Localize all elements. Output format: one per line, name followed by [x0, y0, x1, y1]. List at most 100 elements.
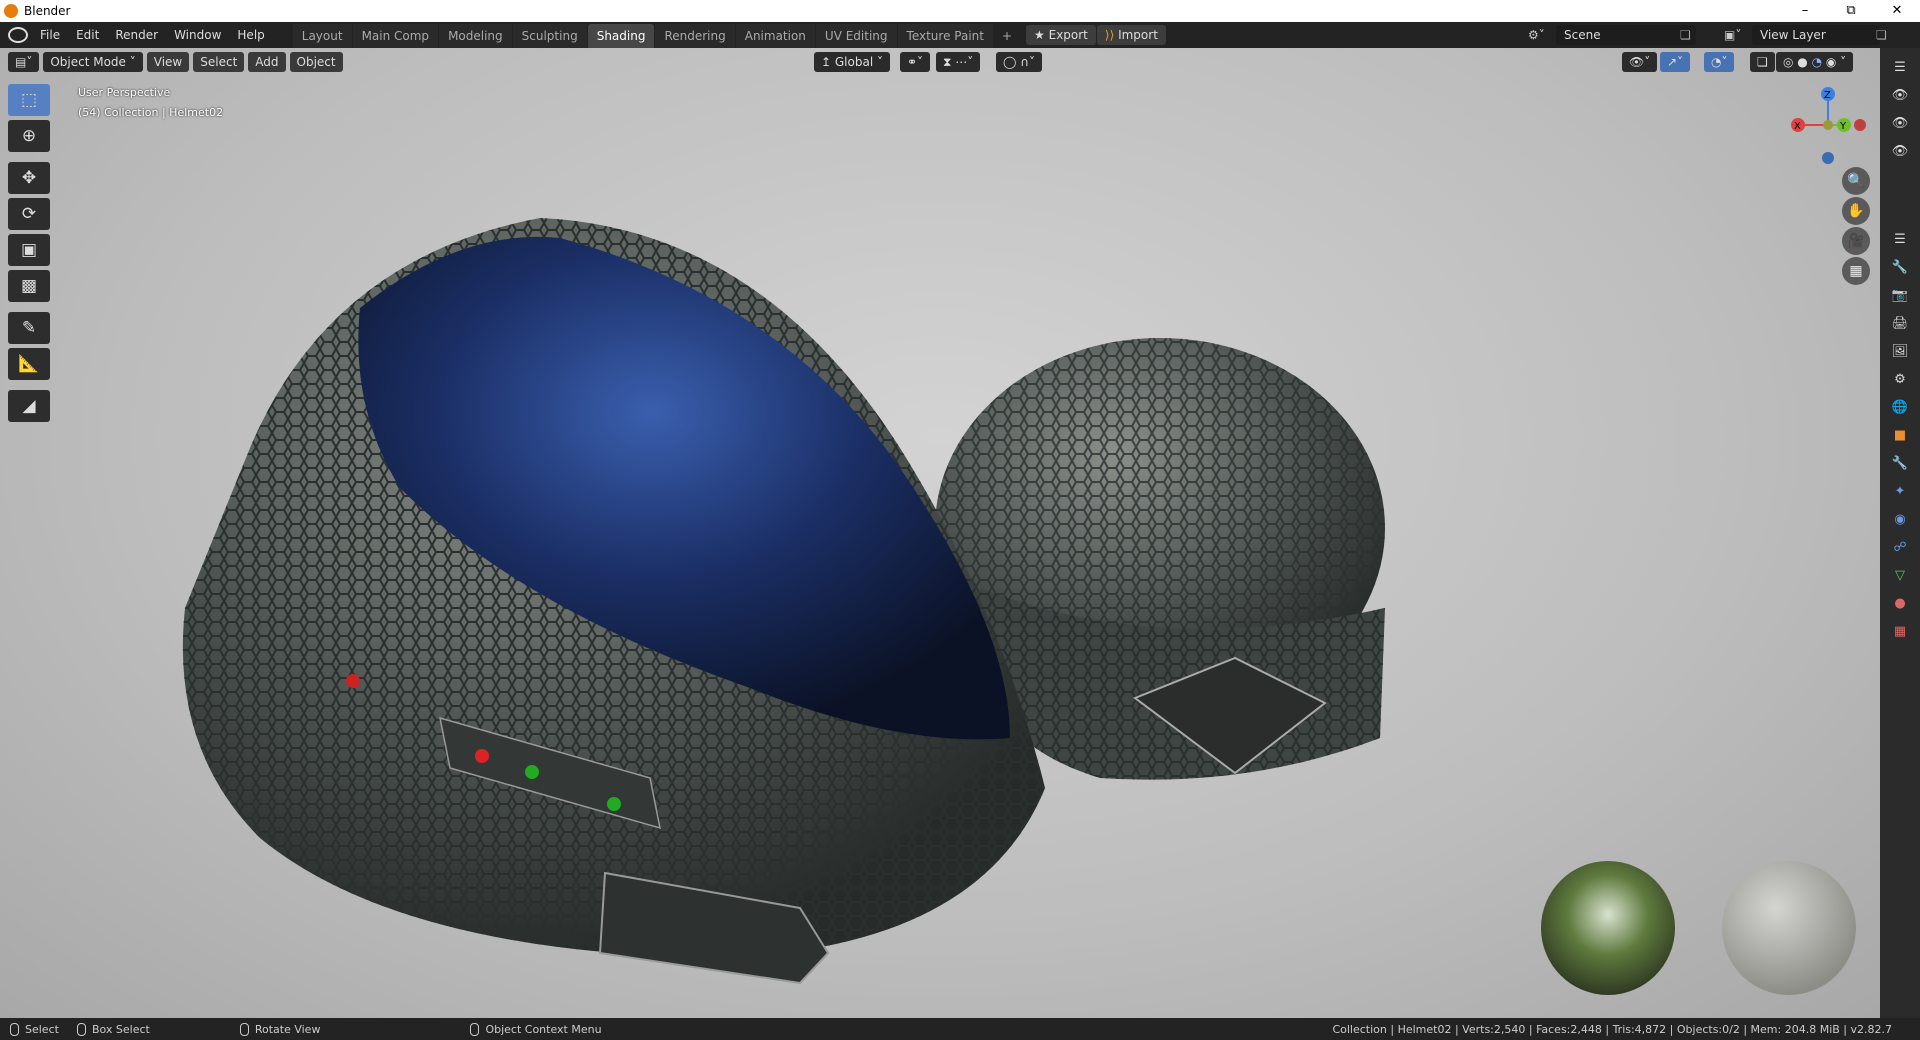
- import-button[interactable]: ⟩⟩ Import: [1096, 25, 1166, 45]
- tab-rendering[interactable]: Rendering: [655, 24, 735, 48]
- viewport-header: ▤˅ Object Mode ˅ View Select Add Object …: [0, 48, 1880, 75]
- navigation-gizmo[interactable]: Z X Y: [1786, 84, 1876, 174]
- pan-view-icon[interactable]: ✋: [1842, 197, 1870, 225]
- tab-main-comp[interactable]: Main Comp: [352, 24, 439, 48]
- proportional-edit-toggle[interactable]: ◯ ∩˅: [996, 51, 1043, 72]
- top-bar: File Edit Render Window Help Layout Main…: [0, 22, 1920, 48]
- menu-render[interactable]: Render: [107, 28, 166, 42]
- import-icon: ⟩⟩: [1104, 28, 1119, 42]
- mouse-drag-icon: [76, 1022, 86, 1036]
- view-layer-icon[interactable]: ▣˅: [1724, 28, 1741, 42]
- properties-sidebar: ☰ 👁 👁 👁 ☰ 🔧 📷 🖨 🖼 ⚙ 🌐 ■ 🔧 ✦ ◉ ☍ ▽ ● ▦: [1880, 48, 1920, 1018]
- camera-view-icon[interactable]: 🎥: [1842, 227, 1870, 255]
- output-properties-icon[interactable]: 🖨: [1888, 312, 1912, 334]
- blender-menu-icon[interactable]: [8, 27, 28, 43]
- menu-help[interactable]: Help: [229, 28, 272, 42]
- measure-tool-icon[interactable]: 📐: [8, 348, 50, 380]
- status-box-select: Box Select: [91, 1022, 150, 1036]
- add-menu[interactable]: Add: [248, 51, 286, 72]
- shading-modes[interactable]: ◎ ● ◔ ◉ ˅: [1776, 51, 1854, 72]
- pivot-dropdown[interactable]: ⚭˅: [900, 51, 931, 72]
- tab-sculpting[interactable]: Sculpting: [512, 24, 587, 48]
- snap-toggle[interactable]: ⧗ ⋯˅: [936, 51, 981, 72]
- object-menu[interactable]: Object: [289, 51, 343, 72]
- xray-toggle[interactable]: ❏: [1750, 51, 1775, 72]
- cursor-tool-icon[interactable]: ⊕: [8, 120, 50, 152]
- tab-modeling[interactable]: Modeling: [439, 24, 512, 48]
- menu-edit[interactable]: Edit: [68, 28, 107, 42]
- tab-animation[interactable]: Animation: [735, 24, 815, 48]
- tab-texture-paint[interactable]: Texture Paint: [897, 24, 993, 48]
- new-scene-icon[interactable]: ❏: [1680, 28, 1691, 42]
- world-properties-icon[interactable]: 🌐: [1888, 396, 1912, 418]
- clay-preview-sphere: [1722, 861, 1856, 995]
- mode-dropdown[interactable]: Object Mode ˅: [43, 51, 143, 72]
- scene-render: [182, 218, 1856, 995]
- data-properties-icon[interactable]: ▽: [1888, 564, 1912, 586]
- tab-shading[interactable]: Shading: [587, 24, 655, 48]
- move-tool-icon[interactable]: ✥: [8, 162, 50, 194]
- scene-field[interactable]: Scene: [1556, 25, 1696, 45]
- view-layer-field[interactable]: View Layer: [1752, 25, 1880, 45]
- blender-logo-icon: [4, 4, 18, 18]
- window-title: Blender: [24, 4, 71, 18]
- status-context-menu: Object Context Menu: [485, 1022, 602, 1036]
- mouse-middle-icon: [239, 1022, 249, 1036]
- particles-properties-icon[interactable]: ✦: [1888, 480, 1912, 502]
- eye-icon[interactable]: 👁: [1888, 84, 1912, 106]
- outliner-filter-icon[interactable]: ☰: [1888, 56, 1912, 78]
- scene-statistics: Collection | Helmet02 | Verts:2,540 | Fa…: [1332, 1022, 1892, 1036]
- orientation-dropdown[interactable]: ↥ Global ˅: [814, 51, 890, 72]
- status-select: Select: [25, 1022, 59, 1036]
- view-layer-properties-icon[interactable]: 🖼: [1888, 340, 1912, 362]
- tool-properties-icon[interactable]: 🔧: [1888, 256, 1912, 278]
- constraints-properties-icon[interactable]: ☍: [1888, 536, 1912, 558]
- title-bar: Blender – ⧉ ✕: [0, 0, 1920, 22]
- gizmo-x-label: X: [1794, 121, 1801, 132]
- eye-icon[interactable]: 👁: [1888, 140, 1912, 162]
- scene-properties-icon[interactable]: ⚙: [1888, 368, 1912, 390]
- visibility-dropdown[interactable]: 👁˅: [1622, 51, 1658, 72]
- rotate-tool-icon[interactable]: ⟳: [8, 198, 50, 230]
- gizmo-toggle[interactable]: ↗˅: [1660, 51, 1691, 72]
- maximize-button[interactable]: ⧉: [1828, 0, 1874, 22]
- scene-icon[interactable]: ⚙˅: [1528, 28, 1545, 42]
- tool-shelf: ⬚ ⊕ ✥ ⟳ ▣ ▩ ✎ 📐 ◢: [8, 84, 50, 422]
- new-view-layer-icon[interactable]: ❏: [1876, 28, 1887, 42]
- properties-editor-icon[interactable]: ☰: [1888, 228, 1912, 250]
- material-properties-icon[interactable]: ●: [1888, 592, 1912, 614]
- modifier-properties-icon[interactable]: 🔧: [1888, 452, 1912, 474]
- eye-icon[interactable]: 👁: [1888, 112, 1912, 134]
- scale-tool-icon[interactable]: ▣: [8, 234, 50, 266]
- viewport-perspective-label: User Perspective: [78, 86, 171, 99]
- 3d-viewport[interactable]: [0, 48, 1880, 1018]
- object-properties-icon[interactable]: ■: [1888, 424, 1912, 446]
- render-properties-icon[interactable]: 📷: [1888, 284, 1912, 306]
- ortho-toggle-icon[interactable]: ▦: [1842, 257, 1870, 285]
- close-button[interactable]: ✕: [1874, 0, 1920, 22]
- overlay-toggle[interactable]: ◔˅: [1704, 51, 1735, 72]
- status-bar: Select Box Select Rotate View Object Con…: [0, 1018, 1920, 1040]
- zoom-view-icon[interactable]: 🔍: [1842, 167, 1870, 195]
- gizmo-y-label: Y: [1839, 121, 1847, 132]
- export-icon: ★: [1034, 28, 1049, 42]
- physics-properties-icon[interactable]: ◉: [1888, 508, 1912, 530]
- add-cube-tool-icon[interactable]: ◢: [8, 390, 50, 422]
- menu-file[interactable]: File: [32, 28, 68, 42]
- gizmo-z-label: Z: [1824, 90, 1831, 101]
- add-workspace-button[interactable]: +: [994, 24, 1020, 48]
- tab-uv-editing[interactable]: UV Editing: [815, 24, 897, 48]
- helmet-left: [182, 218, 1045, 985]
- view-menu[interactable]: View: [146, 51, 190, 72]
- annotate-tool-icon[interactable]: ✎: [8, 312, 50, 344]
- select-menu[interactable]: Select: [193, 51, 245, 72]
- mouse-left-icon: [10, 1022, 19, 1036]
- select-box-tool-icon[interactable]: ⬚: [8, 84, 50, 116]
- menu-window[interactable]: Window: [166, 28, 229, 42]
- editor-type-button[interactable]: ▤˅: [8, 51, 40, 72]
- transform-tool-icon[interactable]: ▩: [8, 270, 50, 302]
- tab-layout[interactable]: Layout: [292, 24, 352, 48]
- export-button[interactable]: ★ Export: [1026, 25, 1096, 45]
- texture-properties-icon[interactable]: ▦: [1888, 620, 1912, 642]
- minimize-button[interactable]: –: [1782, 0, 1828, 22]
